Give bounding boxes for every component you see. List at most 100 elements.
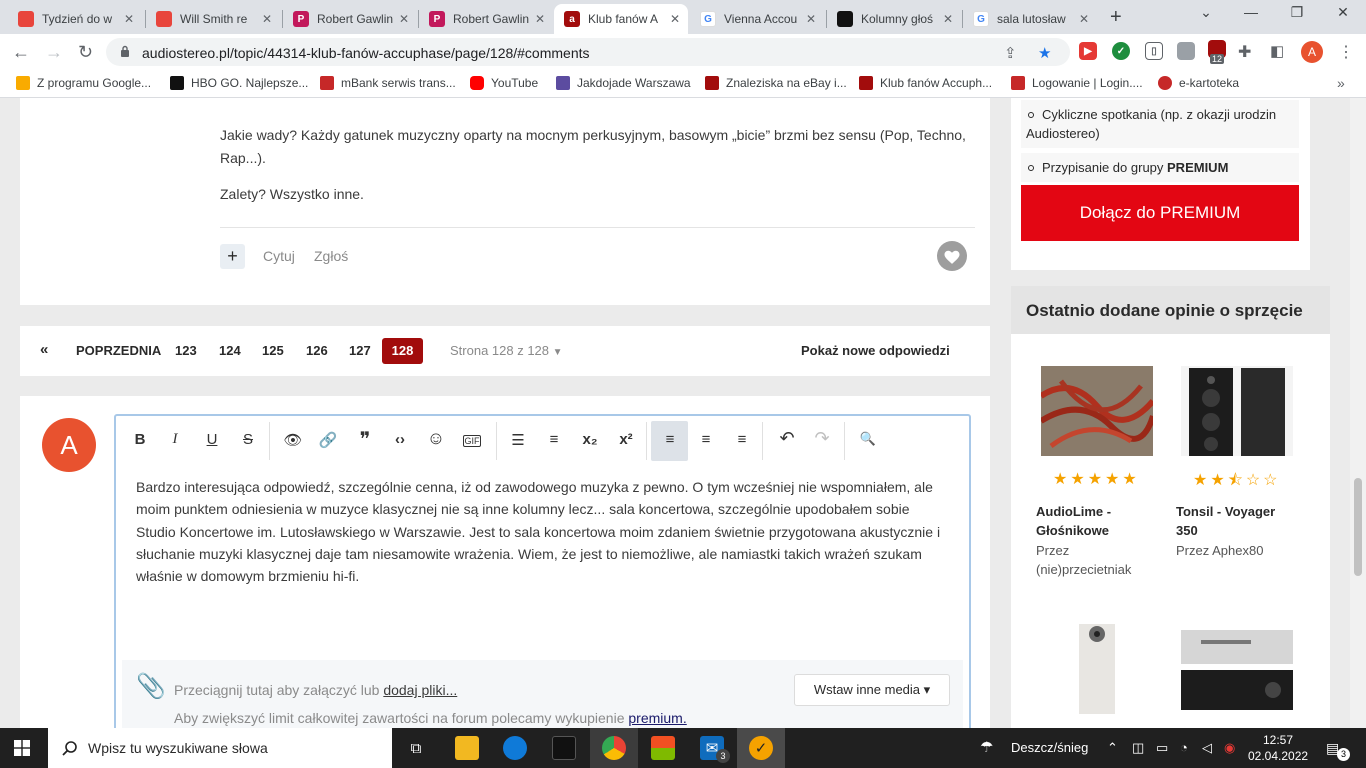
redo-icon[interactable]: ↷ (810, 428, 834, 449)
bookmark-item[interactable]: Znaleziska na eBay i... (705, 76, 847, 90)
tab-close-icon[interactable]: ✕ (943, 12, 953, 26)
bookmark-item[interactable]: HBO GO. Najlepsze... (170, 76, 308, 90)
current-page[interactable]: 128 (382, 338, 423, 364)
store-icon[interactable] (651, 736, 675, 760)
wifi-icon[interactable]: ◔ (1180, 740, 1188, 755)
restore-icon[interactable]: ❐ (1274, 4, 1320, 21)
insert-media-button[interactable]: Wstaw inne media ▾ (794, 674, 950, 706)
bookmark-item[interactable]: e-kartoteka (1158, 76, 1239, 90)
tab-3[interactable]: P Robert Gawlin ✕ (283, 4, 417, 34)
tab-8[interactable]: G sala lutosław ✕ (963, 4, 1097, 34)
product-image-cables[interactable] (1041, 366, 1153, 456)
strikethrough-button[interactable]: S (236, 431, 260, 448)
premium-link[interactable]: premium. (628, 710, 686, 726)
reload-icon[interactable]: ↻ (78, 42, 93, 63)
bullet-list-icon[interactable]: ☰ (506, 431, 530, 449)
tab-close-icon[interactable]: ✕ (670, 12, 680, 26)
windows-start-icon[interactable] (14, 740, 30, 756)
preview-icon[interactable]: 🔍 (856, 431, 880, 447)
bold-button[interactable]: B (128, 431, 152, 448)
extension-icon[interactable] (1177, 42, 1195, 60)
superscript-icon[interactable]: x² (614, 431, 638, 448)
clock-app-icon[interactable]: ✓ (749, 736, 773, 760)
tray-chevron-icon[interactable]: ⌃ (1107, 740, 1118, 756)
product-name-link[interactable]: Tonsil - Voyager 350 (1176, 502, 1296, 540)
weather-icon[interactable]: ☂ (980, 738, 993, 756)
extensions-puzzle-icon[interactable]: ✚ (1238, 42, 1251, 62)
tab-close-icon[interactable]: ✕ (124, 12, 134, 26)
join-premium-button[interactable]: Dołącz do PREMIUM (1021, 185, 1299, 241)
bookmark-item[interactable]: Klub fanów Accuph... (859, 76, 992, 90)
tab-close-icon[interactable]: ✕ (1079, 12, 1089, 26)
prev-icon[interactable]: « (40, 341, 48, 358)
page-link[interactable]: 125 (262, 343, 284, 358)
bookmark-item[interactable]: Z programu Google... (16, 76, 151, 90)
share-icon[interactable]: ⇪ (1004, 44, 1017, 62)
heart-icon[interactable] (937, 241, 967, 271)
prev-page-link[interactable]: POPRZEDNIA (76, 343, 161, 358)
extension-icon[interactable]: ✓ (1112, 42, 1130, 60)
edge-icon[interactable] (503, 736, 527, 760)
tab-4[interactable]: P Robert Gawlin ✕ (419, 4, 553, 34)
meet-icon[interactable]: ◫ (1132, 740, 1144, 756)
forward-icon[interactable]: → (45, 42, 63, 63)
system-clock[interactable]: 12:57 02.04.2022 (1248, 732, 1308, 764)
back-icon[interactable]: ← (12, 42, 30, 63)
page-scrollbar[interactable] (1350, 98, 1366, 728)
bookmark-item[interactable]: YouTube (470, 76, 538, 90)
numbered-list-icon[interactable]: ≡ (542, 431, 566, 448)
editor-content[interactable]: Bardzo interesująca odpowiedź, szczególn… (136, 476, 951, 587)
align-right-icon[interactable]: ≡ (730, 431, 754, 448)
page-link[interactable]: 127 (349, 343, 371, 358)
show-new-replies-link[interactable]: Pokaż nowe odpowiedzi (801, 343, 950, 358)
tab-close-icon[interactable]: ✕ (399, 12, 409, 26)
chrome-icon[interactable] (602, 736, 626, 760)
tab-2[interactable]: Will Smith re ✕ (146, 4, 280, 34)
quote-icon[interactable]: ❞ (353, 427, 377, 452)
multiquote-button[interactable]: + (220, 244, 245, 269)
scrollbar-thumb[interactable] (1354, 478, 1362, 576)
tab-7[interactable]: Kolumny głoś ✕ (827, 4, 961, 34)
rich-text-editor[interactable]: B I U S 👁 🔗 ❞ ‹› ☺ GIF ☰ ≡ x₂ x² ≡ ≡ ≡ ↶… (114, 414, 971, 728)
product-image-speakers[interactable] (1181, 366, 1293, 456)
spoiler-icon[interactable]: 👁 (281, 431, 305, 449)
tab-close-icon[interactable]: ✕ (262, 12, 272, 26)
menu-kebab-icon[interactable]: ⋮ (1338, 42, 1354, 62)
page-status-dropdown[interactable]: Strona 128 z 128 ▼ (450, 343, 563, 358)
product-image-cd-player[interactable] (1181, 624, 1293, 714)
weather-text[interactable]: Deszcz/śnieg (1011, 740, 1088, 755)
product-image-speaker-white[interactable] (1041, 624, 1153, 714)
side-panel-icon[interactable]: ◧ (1270, 42, 1284, 60)
profile-avatar[interactable]: A (1301, 41, 1323, 63)
undo-icon[interactable]: ↶ (775, 428, 799, 449)
align-left-icon[interactable]: ≡ (658, 431, 682, 448)
attachment-area[interactable]: 📎 Przeciągnij tutaj aby załączyć lub dod… (122, 660, 963, 728)
pl-keyboard-icon[interactable]: ◉ (1224, 740, 1235, 756)
battery-icon[interactable]: ▭ (1156, 740, 1168, 756)
product-name-link[interactable]: AudioLime - Głośnikowe (1036, 502, 1156, 540)
bookmarks-overflow-icon[interactable]: » (1337, 75, 1345, 91)
subscript-icon[interactable]: x₂ (578, 431, 602, 448)
page-link[interactable]: 123 (175, 343, 197, 358)
taskbar-search[interactable]: Wpisz tu wyszukiwane słowa (48, 728, 392, 768)
bookmark-item[interactable]: Jakdojade Warszawa (556, 76, 691, 90)
minimize-icon[interactable]: — (1228, 4, 1274, 20)
bookmark-item[interactable]: mBank serwis trans... (320, 76, 456, 90)
tab-close-icon[interactable]: ✕ (806, 12, 816, 26)
page-link[interactable]: 126 (306, 343, 328, 358)
align-center-icon[interactable]: ≡ (694, 431, 718, 448)
gif-icon[interactable]: GIF (463, 435, 481, 447)
report-link[interactable]: Zgłoś (314, 248, 348, 264)
tab-1[interactable]: Tydzień do w ✕ (8, 4, 142, 34)
file-explorer-icon[interactable] (455, 736, 479, 760)
emoji-icon[interactable]: ☺ (424, 428, 448, 449)
link-icon[interactable]: 🔗 (316, 431, 340, 449)
tab-search-icon[interactable]: ⌄ (1183, 4, 1229, 21)
underline-button[interactable]: U (200, 431, 224, 448)
tab-6[interactable]: G Vienna Accou ✕ (690, 4, 824, 34)
bookmark-item[interactable]: Logowanie | Login.... (1011, 76, 1143, 90)
quote-link[interactable]: Cytuj (263, 248, 295, 264)
volume-icon[interactable]: ◁ (1202, 740, 1212, 756)
address-bar[interactable]: audiostereo.pl/topic/44314-klub-fanów-ac… (106, 38, 1070, 66)
page-link[interactable]: 124 (219, 343, 241, 358)
